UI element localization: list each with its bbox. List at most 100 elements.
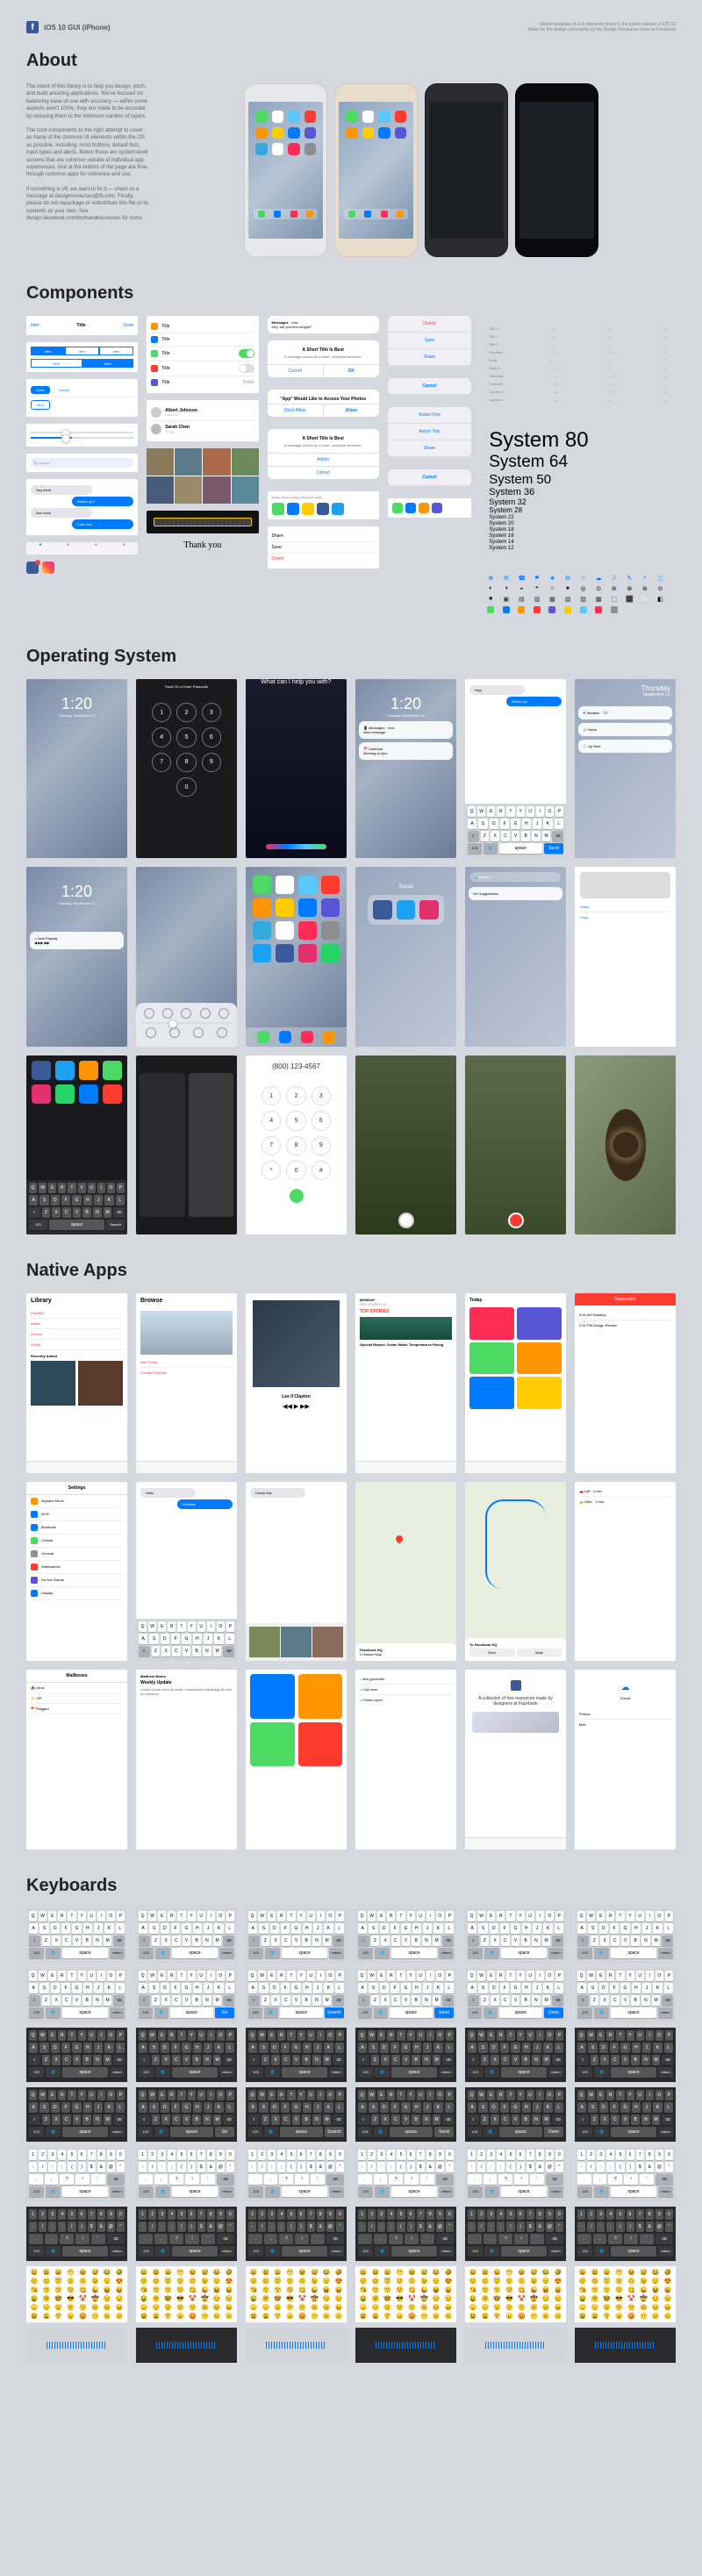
key-4[interactable]: 4 [497,2150,505,2160]
key-T[interactable]: T [177,2090,185,2100]
emoji[interactable]: 😖 [663,2304,673,2311]
key-2[interactable]: 2 [587,2150,595,2160]
key-L[interactable]: L [116,1983,125,1993]
key-Z[interactable]: Z [261,2114,270,2125]
key-M[interactable]: M [104,1995,112,2006]
key-L[interactable]: L [226,1983,234,1993]
key-I[interactable]: I [426,1971,434,1981]
emoji[interactable]: 😞 [468,2304,478,2311]
emoji[interactable]: 😆 [188,2269,198,2276]
app-icon[interactable] [321,876,340,894]
key-N[interactable]: N [532,2055,541,2065]
key-6[interactable]: 6 [627,2150,634,2160]
key-8[interactable]: 8 [536,2150,544,2160]
app-icon[interactable] [321,944,340,962]
key-P[interactable]: P [446,2030,454,2041]
key-G[interactable]: G [182,1634,190,1644]
key-G[interactable]: G [291,1983,300,1993]
dnd-toggle[interactable] [200,1008,211,1019]
key-A[interactable]: A [139,1983,147,1993]
shift-key[interactable]: ⇧ [577,1995,589,2006]
list-item[interactable]: Curated Playlists [140,1368,233,1377]
shift-key[interactable]: ⇧ [139,1995,150,2006]
key-"[interactable]: " [665,2162,673,2172]
key-T[interactable]: T [616,2030,624,2041]
emoji[interactable]: 😑 [443,2313,454,2320]
globe-key[interactable]: 🌐 [594,2246,609,2257]
dial-0[interactable]: 0 [286,1161,305,1180]
key-G[interactable]: G [511,1923,519,1934]
key-7[interactable]: 7 [526,2150,534,2160]
key-F[interactable]: F [281,2043,290,2053]
key-2[interactable]: 2 [587,2209,595,2220]
key-A[interactable]: A [29,1195,38,1206]
key-K[interactable]: K [653,2043,662,2053]
key-F[interactable]: F [610,1923,619,1934]
key-:[interactable]: : [158,2222,166,2232]
key-O[interactable]: O [217,2090,225,2100]
keypad-1[interactable]: 1 [152,703,171,722]
key-H[interactable]: H [412,2043,421,2053]
emoji[interactable]: 😑 [663,2313,673,2320]
key-8[interactable]: 8 [536,2209,544,2220]
key-C[interactable]: C [172,2114,181,2125]
key-Q[interactable]: Q [468,1971,476,1981]
emoji[interactable]: 🙂 [395,2278,405,2285]
key-?[interactable]: ? [169,2234,183,2244]
key-Y[interactable]: Y [407,2030,415,2041]
key-J[interactable]: J [313,2102,322,2113]
key-F[interactable]: F [390,2102,399,2113]
key-A[interactable]: A [358,2043,367,2053]
emoji[interactable]: 😙 [273,2286,283,2293]
key-J[interactable]: J [533,1923,541,1934]
delete-key[interactable]: ⌫ [326,2234,344,2244]
space-key[interactable]: space [172,2186,218,2197]
return-key[interactable]: Search [325,2127,344,2137]
emoji[interactable]: 😆 [78,2269,89,2276]
call-button[interactable] [290,1189,304,1203]
key-9[interactable]: 9 [436,2209,444,2220]
key-$[interactable]: $ [636,2162,644,2172]
number-key[interactable]: 123 [577,2127,592,2137]
key-F[interactable]: F [390,1923,399,1934]
key-U[interactable]: U [197,1911,205,1921]
key-D[interactable]: D [161,2043,169,2053]
emoji[interactable]: 😛 [443,2286,454,2293]
key-L[interactable]: L [226,2102,234,2113]
key-Q[interactable]: Q [248,1971,256,1981]
key-M[interactable]: M [652,1936,661,1946]
delete-key[interactable]: ⌫ [442,2114,454,2125]
sheet-share[interactable]: Share [388,349,471,366]
emoji[interactable]: 😂 [102,2269,112,2276]
music-widget[interactable]: ♫ Now Playing◀◀ ▶ ▶▶ [30,932,124,949]
key-K[interactable]: K [433,1923,442,1934]
space-key[interactable]: space [611,2246,656,2257]
key-M[interactable]: M [104,1936,112,1946]
key-E[interactable]: E [597,2030,605,2041]
emoji[interactable]: 😃 [151,2269,161,2276]
key-S[interactable]: S [39,2043,48,2053]
key-H[interactable]: H [193,2043,202,2053]
key-&[interactable]: & [646,2222,654,2232]
emoji[interactable]: 🤓 [54,2295,64,2302]
return-key[interactable]: Go [215,2007,234,2018]
key-U[interactable]: U [88,1971,96,1981]
key-R[interactable]: R [277,2030,285,2041]
key-B[interactable]: B [82,1936,91,1946]
key-3[interactable]: 3 [487,2209,495,2220]
key-O[interactable]: O [217,2030,225,2041]
key-"[interactable]: " [446,2222,454,2232]
key-L[interactable]: L [555,819,563,829]
key-B[interactable]: B [412,1995,420,2006]
key-F[interactable]: F [171,1923,180,1934]
key-I[interactable]: I [97,2030,105,2041]
emoji[interactable]: 🤑 [468,2295,478,2302]
return-key[interactable]: return [439,2067,454,2078]
key-U[interactable]: U [526,2090,534,2100]
shift-key[interactable]: ⇧ [577,2055,589,2065]
key-/[interactable]: / [587,2162,595,2172]
emoji[interactable]: 😖 [114,2304,125,2311]
key-2[interactable]: 2 [148,2209,156,2220]
key-/[interactable]: / [258,2222,266,2232]
list-item[interactable]: 🚩 Flagged [31,1704,123,1714]
